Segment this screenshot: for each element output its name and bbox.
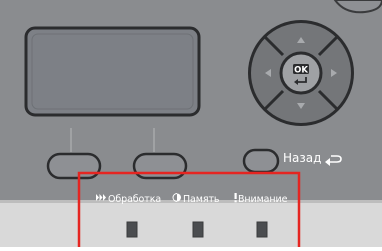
back-button-label: Назад: [283, 151, 322, 165]
lcd-screen: [24, 26, 201, 117]
softkey-left-button[interactable]: [46, 152, 102, 180]
lamp-processing: [126, 221, 138, 238]
lower-strip: [0, 200, 382, 247]
dpad: OK: [248, 20, 354, 126]
indicator-label-processing: Обработка: [108, 194, 162, 205]
ok-label: OK: [294, 66, 308, 76]
lamp-memory: [192, 221, 204, 238]
indicator-label-memory: Память: [183, 194, 220, 205]
back-button[interactable]: [242, 148, 280, 174]
indicator-label-attention: Внимание: [238, 194, 288, 205]
control-panel: OK Обработка Память Внимание Назад: [0, 0, 382, 247]
softkey-right-button[interactable]: [132, 152, 188, 180]
attention-icon: [234, 193, 237, 203]
lamp-attention: [256, 221, 268, 238]
